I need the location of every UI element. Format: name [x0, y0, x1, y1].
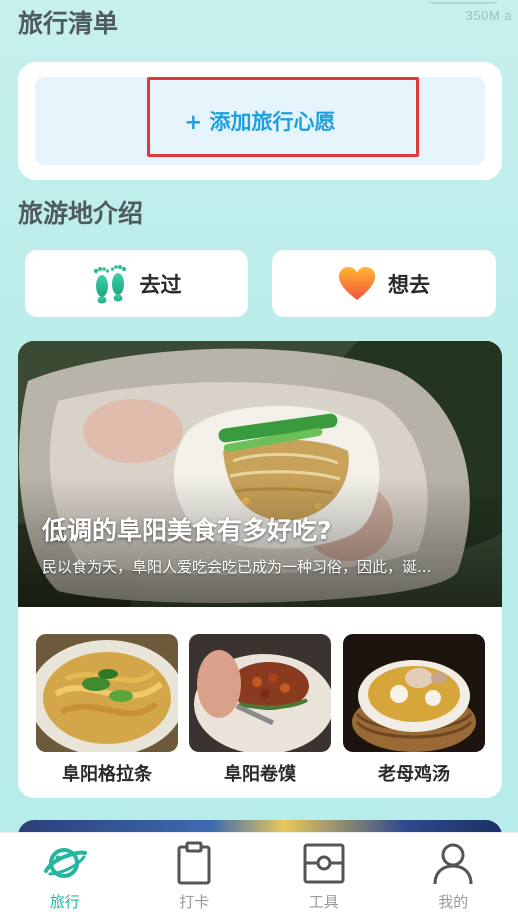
tab-profile[interactable]: 我的	[408, 833, 498, 912]
tab-label: 旅行	[49, 893, 80, 911]
status-bar-shape	[428, 0, 498, 4]
dish-label: 阜阳卷馍	[224, 764, 296, 785]
destinations-title: 旅游地介绍	[18, 199, 144, 228]
been-button[interactable]: 去过	[25, 250, 248, 317]
dish-item[interactable]: 阜阳格拉条	[36, 634, 178, 786]
dish-item[interactable]: 阜阳卷馍	[189, 634, 331, 786]
feature-description: 民以食为天，阜阳人爱吃会吃已成为一种习俗，因此，诞...	[42, 558, 432, 576]
planet-icon	[42, 841, 88, 889]
dish-image	[343, 634, 485, 752]
dish-label: 老母鸡汤	[378, 764, 450, 785]
tab-travel[interactable]: 旅行	[20, 833, 110, 912]
toolbox-icon	[302, 841, 346, 889]
tab-tools[interactable]: 工具	[279, 833, 369, 912]
travel-list-title: 旅行清单	[18, 9, 119, 38]
feature-card[interactable]: 低调的阜阳美食有多好吃? 民以食为天，阜阳人爱吃会吃已成为一种习俗，因此，诞..…	[18, 341, 502, 798]
tab-checkin[interactable]: 打卡	[149, 833, 239, 912]
status-bar-text: 350M a	[465, 8, 512, 23]
want-label: 想去	[388, 272, 430, 297]
want-button[interactable]: 想去	[272, 250, 496, 317]
dish-image	[189, 634, 331, 752]
bottom-tab-bar: 旅行 打卡 工具 我的	[0, 832, 518, 914]
profile-icon	[432, 841, 474, 889]
tab-label: 我的	[438, 893, 469, 911]
feature-title: 低调的阜阳美食有多好吃?	[42, 516, 332, 545]
feature-image: 低调的阜阳美食有多好吃? 民以食为天，阜阳人爱吃会吃已成为一种习俗，因此，诞..…	[18, 341, 502, 607]
clipboard-icon	[174, 841, 214, 889]
dish-image	[36, 634, 178, 752]
heart-icon	[338, 266, 376, 302]
wish-card: + 添加旅行心愿	[18, 62, 502, 180]
tab-label: 打卡	[179, 893, 210, 911]
been-label: 去过	[139, 272, 182, 297]
add-wish-button[interactable]: + 添加旅行心愿	[35, 77, 485, 165]
add-wish-label: + 添加旅行心愿	[184, 110, 336, 134]
dish-label: 阜阳格拉条	[62, 764, 152, 785]
dish-item[interactable]: 老母鸡汤	[343, 634, 485, 786]
tab-label: 工具	[308, 893, 339, 911]
footprints-icon	[92, 264, 128, 304]
